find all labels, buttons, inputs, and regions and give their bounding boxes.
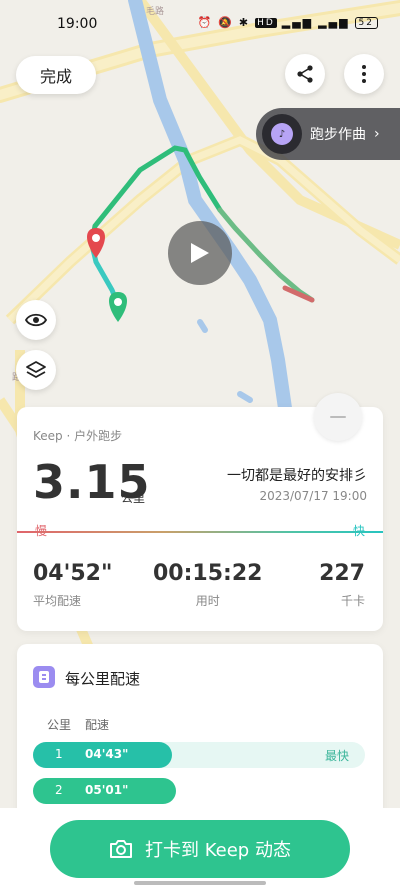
stat-calories-value: 227 — [319, 561, 365, 586]
stat-calories: 227 千卡 — [319, 561, 365, 609]
stat-avg-pace-label: 平均配速 — [33, 594, 82, 608]
status-bar: 19:00 ⏰ 🔕 ✱ HD ▂▄▆ ▂▄▆ 52 — [0, 0, 400, 48]
signal-icon: ▂▄▆ — [281, 16, 314, 29]
stat-duration-value: 00:15:22 — [153, 561, 263, 586]
km-number: 1 — [55, 747, 63, 761]
share-button[interactable] — [285, 54, 325, 94]
checkin-label: 打卡到 Keep 动态 — [145, 840, 291, 861]
camera-icon — [110, 840, 133, 858]
stat-duration: 00:15:22 用时 — [153, 561, 262, 609]
km-column-header: 公里 — [47, 718, 72, 732]
play-replay-button[interactable] — [168, 221, 232, 285]
alarm-icon: ⏰ — [197, 16, 214, 29]
play-icon — [191, 243, 209, 263]
run-music-button[interactable]: ♪ 跑步作曲 › — [256, 108, 400, 160]
pace-gradient-bar — [17, 531, 383, 533]
more-button[interactable] — [344, 54, 384, 94]
km-pace-value: 04'43" — [85, 747, 129, 761]
status-time: 19:00 — [57, 16, 98, 32]
stat-avg-pace-value: 04'52" — [33, 561, 113, 586]
route-title: 一切都是最好的安排彡 — [227, 468, 367, 484]
map-layers-button[interactable] — [16, 350, 56, 390]
run-summary-card: Keep · 户外跑步 3.15 公里 一切都是最好的安排彡 2023/07/1… — [17, 407, 383, 631]
music-disc-icon: ♪ — [262, 114, 302, 154]
checkin-to-keep-button[interactable]: 打卡到 Keep 动态 — [50, 820, 350, 878]
km-pace-row: 1 04'43" 最快 — [33, 742, 365, 768]
pace-column-header: 配速 — [85, 718, 110, 732]
chevron-right-icon: › — [374, 126, 380, 142]
pace-chart-icon — [33, 666, 55, 688]
visibility-button[interactable] — [16, 300, 56, 340]
km-pace-value: 05'01" — [85, 783, 129, 797]
bluetooth-icon: ✱ — [238, 16, 251, 29]
fastest-badge: 最快 — [324, 749, 349, 763]
share-icon — [297, 65, 313, 83]
stat-duration-label: 用时 — [195, 594, 220, 608]
minus-icon — [330, 416, 346, 418]
done-button[interactable]: 完成 — [16, 56, 96, 94]
battery-indicator: 52 — [354, 16, 378, 29]
route-date: 2023/07/17 19:00 — [259, 489, 367, 503]
music-label: 跑步作曲 — [310, 127, 366, 143]
stat-calories-label: 千卡 — [340, 594, 365, 608]
home-indicator — [134, 881, 266, 885]
done-label: 完成 — [39, 67, 72, 86]
per-km-pace-title: 每公里配速 — [65, 670, 141, 688]
eye-icon — [25, 313, 47, 327]
layers-icon — [26, 361, 46, 378]
collapse-panel-button[interactable] — [314, 393, 362, 441]
activity-source: Keep · 户外跑步 — [33, 429, 123, 443]
hd-badge: HD — [255, 17, 277, 28]
status-icons: ⏰ 🔕 ✱ HD ▂▄▆ ▂▄▆ 52 — [197, 16, 378, 29]
km-number: 2 — [55, 783, 63, 797]
distance-unit: 公里 — [121, 491, 146, 505]
signal-icon-2: ▂▄▆ — [318, 16, 350, 29]
more-icon — [362, 65, 366, 83]
km-pace-row: 2 05'01" — [33, 778, 365, 804]
stat-avg-pace: 04'52" 平均配速 — [33, 561, 112, 609]
mute-icon: 🔕 — [218, 16, 234, 29]
